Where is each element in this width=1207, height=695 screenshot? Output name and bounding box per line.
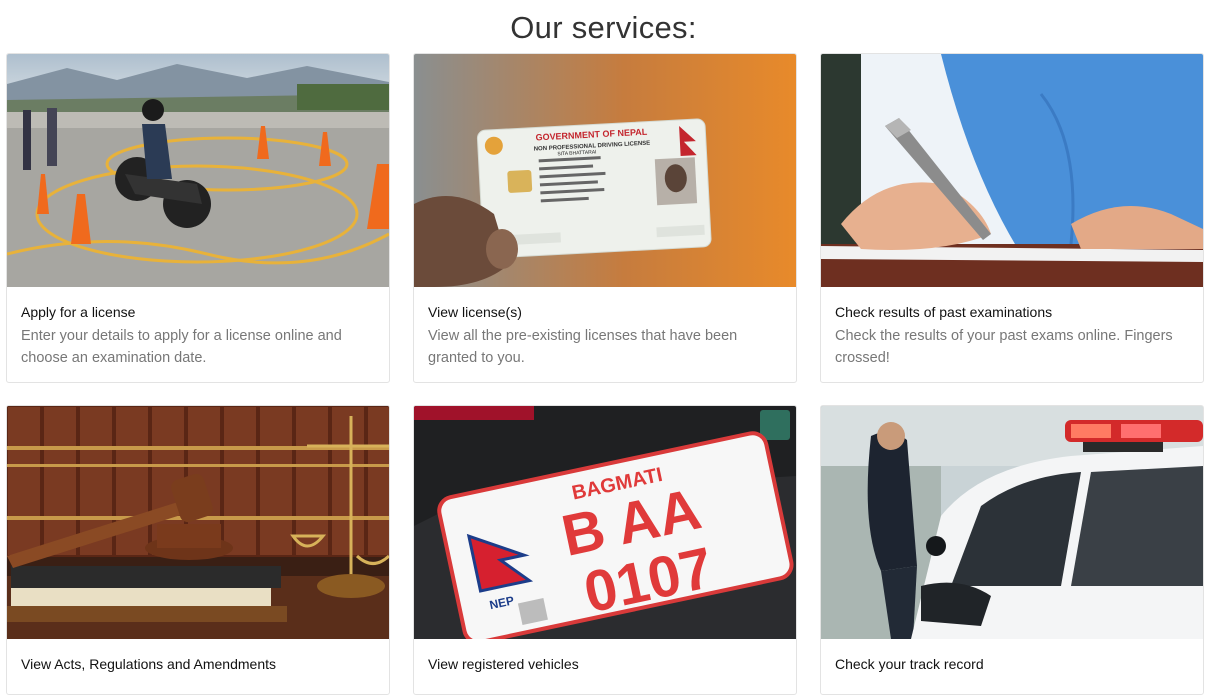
service-description: Enter your details to apply for a licens…	[21, 328, 342, 366]
service-title: Check your track record	[835, 656, 984, 672]
license-plate-image: BAGMATI B AA 0107 NEP	[414, 406, 796, 639]
service-card-apply-license[interactable]: Apply for a license Enter your details t…	[6, 53, 390, 383]
gavel-law-books-image	[7, 406, 389, 639]
service-title: View registered vehicles	[428, 656, 579, 672]
hand-writing-image	[821, 54, 1203, 287]
service-description: Check the results of your past exams onl…	[835, 328, 1173, 366]
motorcycle-driving-test-image	[7, 54, 389, 287]
service-card-view-licenses[interactable]: GOVERNMENT OF NEPAL NON PROFESSIONAL DRI…	[413, 53, 797, 383]
service-card-acts-regulations[interactable]: View Acts, Regulations and Amendments	[6, 405, 390, 695]
page-heading: Our services:	[510, 10, 697, 45]
service-title: Check results of past examinations	[835, 304, 1053, 320]
service-title: Apply for a license	[21, 304, 136, 320]
driving-license-card-image: GOVERNMENT OF NEPAL NON PROFESSIONAL DRI…	[414, 54, 796, 287]
service-title: View Acts, Regulations and Amendments	[21, 656, 277, 672]
service-description: View all the pre-existing licenses that …	[428, 328, 738, 366]
service-card-exam-results[interactable]: Check results of past examinations Check…	[820, 53, 1204, 383]
police-car-image	[821, 406, 1203, 639]
service-card-track-record[interactable]: Check your track record	[820, 405, 1204, 695]
service-card-registered-vehicles[interactable]: BAGMATI B AA 0107 NEP View registered ve…	[413, 405, 797, 695]
service-title: View license(s)	[428, 304, 522, 320]
